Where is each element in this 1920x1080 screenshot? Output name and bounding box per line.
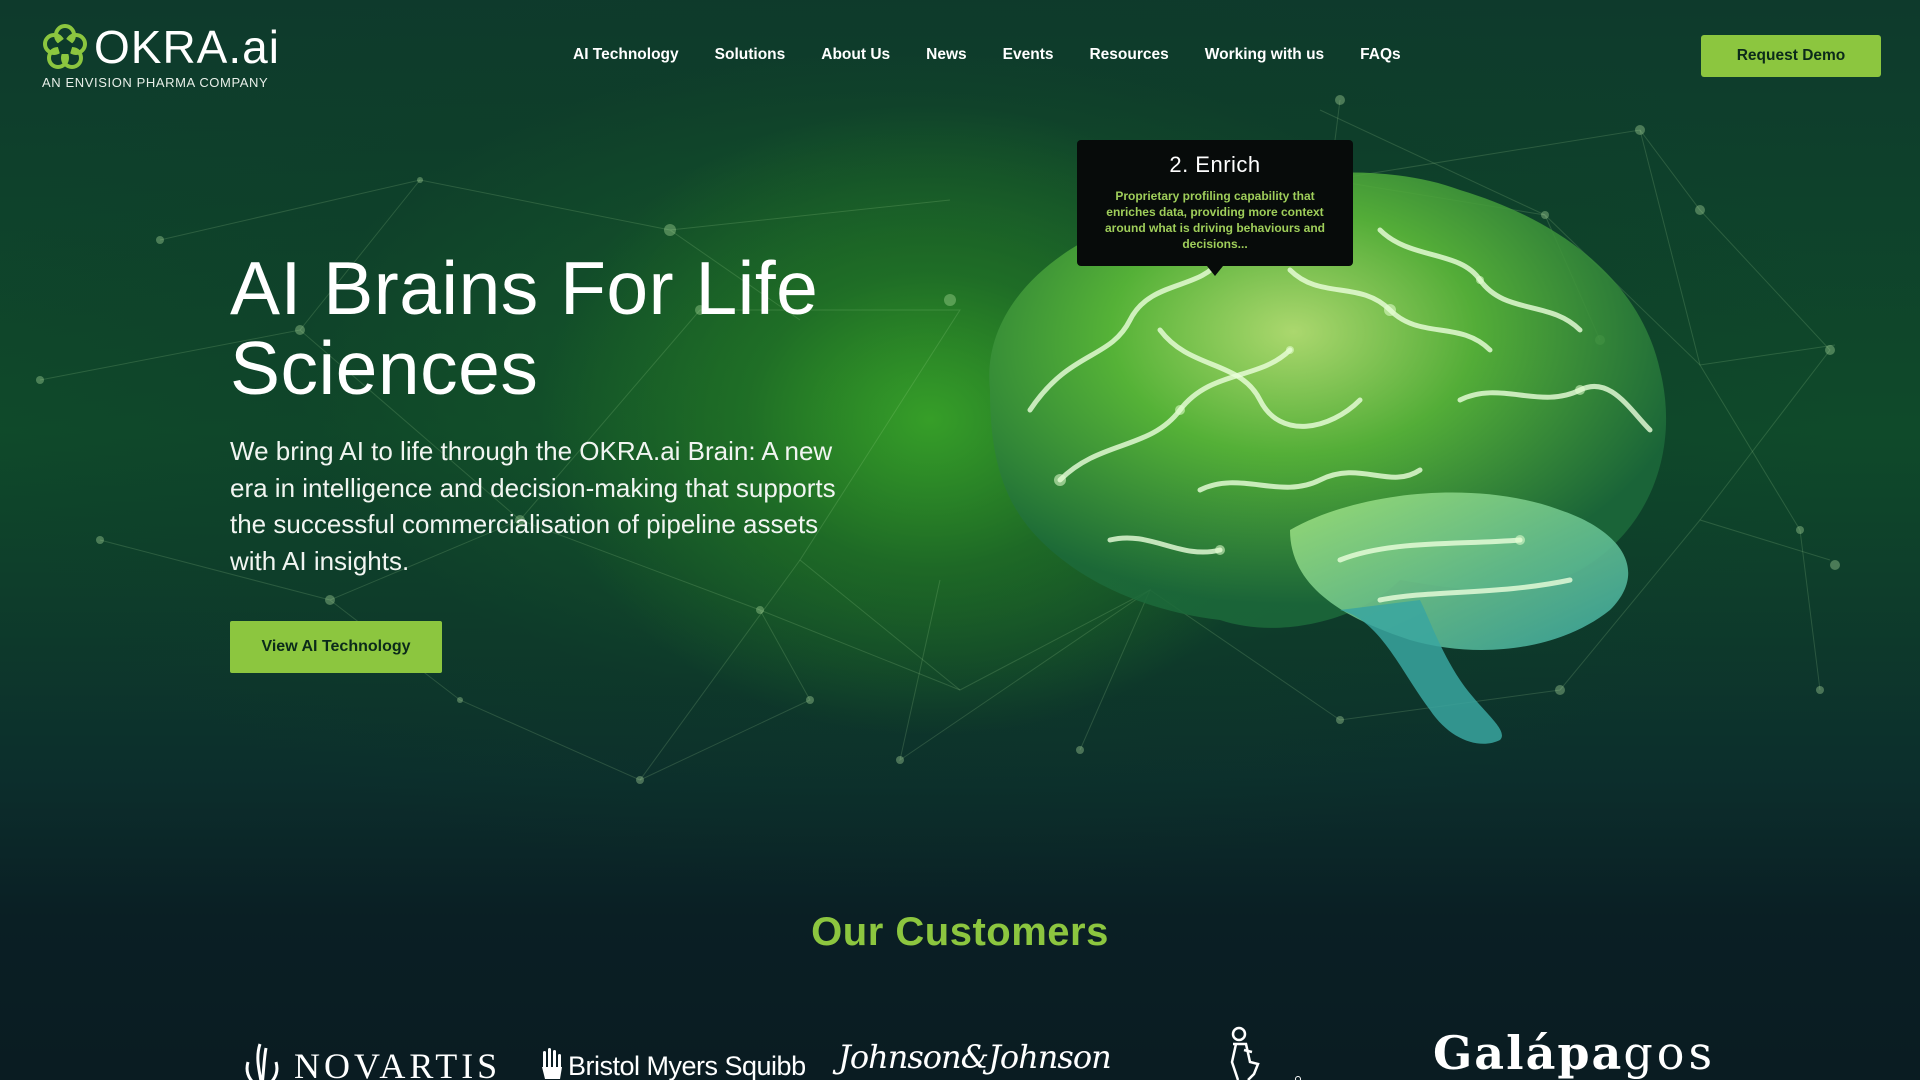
okra-logo[interactable]: OKRA.ai AN ENVISION PHARMA COMPANY xyxy=(40,22,290,92)
hero-description: We bring AI to life through the OKRA.ai … xyxy=(230,436,836,576)
galapagos-name-bold: Galápa xyxy=(1433,1026,1624,1080)
customer-logo-johnson-and-johnson: Johnson&Johnson xyxy=(838,1038,1112,1076)
bms-name: Bristol Myers Squibb xyxy=(568,1051,806,1080)
customer-logo-novartis: NOVARTIS xyxy=(240,1042,501,1080)
page: OKRA.ai AN ENVISION PHARMA COMPANY AI Te… xyxy=(0,0,1920,1080)
nav-item-resources[interactable]: Resources xyxy=(1071,45,1186,65)
request-demo-button[interactable]: Request Demo xyxy=(1701,35,1881,77)
nav-item-solutions[interactable]: Solutions xyxy=(697,45,804,65)
hero-title: AI Brains For Life Sciences xyxy=(230,248,930,408)
brain-tooltip: 2. Enrich Proprietary profiling capabili… xyxy=(1077,140,1353,276)
nav-item-working-with-us[interactable]: Working with us xyxy=(1187,45,1342,65)
novartis-flame-icon xyxy=(245,1043,279,1080)
hero-title-line-2: Sciences xyxy=(230,326,539,410)
view-ai-technology-button[interactable]: View AI Technology xyxy=(230,621,442,673)
logo-subtitle: AN ENVISION PHARMA COMPANY xyxy=(42,75,269,90)
nav-item-news[interactable]: News xyxy=(908,45,985,65)
customer-logos: NOVARTIS Bristol Myers Squibb Johnson&Jo… xyxy=(0,1020,1920,1080)
nav-item-events[interactable]: Events xyxy=(985,45,1072,65)
customers-heading: Our Customers xyxy=(811,910,1109,954)
logo-wordmark: OKRA.ai xyxy=(94,21,280,73)
nav-item-faqs[interactable]: FAQs xyxy=(1342,45,1418,65)
hero-title-line-1: AI Brains For Life xyxy=(230,246,819,330)
nav-item-ai-technology[interactable]: AI Technology xyxy=(573,45,697,65)
novartis-name: NOVARTIS xyxy=(294,1046,502,1080)
main-nav: AI Technology Solutions About Us News Ev… xyxy=(573,45,1419,65)
bms-hand-icon xyxy=(542,1048,562,1079)
tooltip-body: Proprietary profiling capability that en… xyxy=(1104,189,1326,251)
okra-flower-icon xyxy=(43,24,87,69)
tooltip-title: 2. Enrich xyxy=(1169,152,1261,177)
nav-item-about-us[interactable]: About Us xyxy=(803,45,908,65)
customer-logo-bristol-myers-squibb: Bristol Myers Squibb xyxy=(540,1047,806,1080)
galapagos-name-light: gos xyxy=(1623,1026,1717,1080)
customer-logo-galapagos: Galápagos xyxy=(1433,1026,1716,1080)
bayer-logo-icon xyxy=(1230,1026,1301,1080)
